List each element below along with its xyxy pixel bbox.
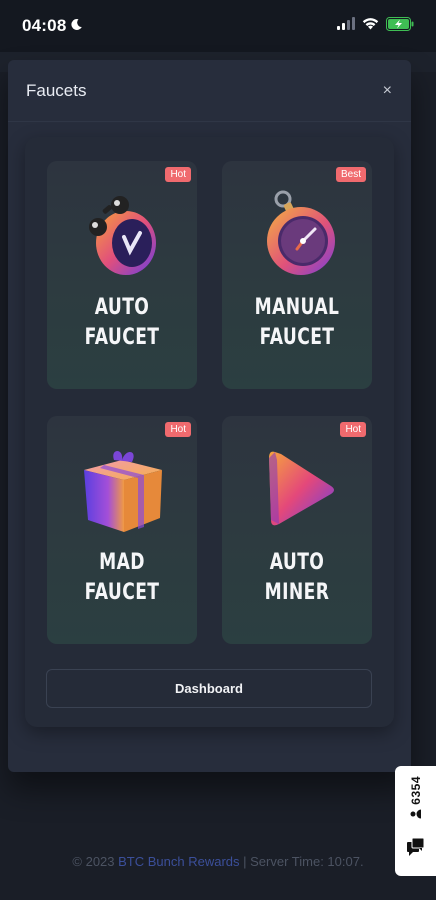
modal-header: Faucets ×: [8, 60, 411, 122]
card-title-line1: MAD: [99, 550, 145, 575]
auto-faucet-card[interactable]: Hot AUTO FAUCET: [47, 161, 197, 389]
footer-brand-link[interactable]: BTC Bunch Rewards: [118, 854, 239, 869]
auto-miner-card[interactable]: Hot AUTO MINER: [222, 416, 372, 644]
dashboard-button[interactable]: Dashboard: [46, 669, 372, 708]
card-title: AUTO FAUCET: [64, 293, 181, 353]
card-title-line2: FAUCET: [84, 580, 160, 605]
mad-faucet-card[interactable]: Hot MAD FAUCET: [47, 416, 197, 644]
online-count: 6354: [409, 776, 423, 820]
best-badge: Best: [335, 167, 366, 182]
footer: © 2023 BTC Bunch Rewards | Server Time: …: [0, 854, 436, 869]
online-users-widget[interactable]: 6354: [395, 766, 436, 876]
wifi-icon: [362, 17, 379, 35]
card-title-line1: MANUAL: [254, 295, 340, 320]
card-title-line2: MINER: [264, 580, 330, 605]
status-time-group: 04:08: [22, 16, 83, 36]
hot-badge: Hot: [165, 422, 191, 437]
card-title: MAD FAUCET: [64, 548, 181, 608]
close-button[interactable]: ×: [383, 82, 392, 99]
footer-server-time: | Server Time: 10:07.: [239, 854, 364, 869]
gift-box-icon: [47, 440, 197, 536]
card-title-line2: FAUCET: [259, 325, 335, 350]
card-title-line1: AUTO: [94, 295, 150, 320]
card-title-line2: FAUCET: [84, 325, 160, 350]
card-title: AUTO MINER: [239, 548, 356, 608]
moon-icon: [70, 16, 83, 36]
footer-copyright: © 2023: [72, 854, 119, 869]
status-icons: [337, 16, 414, 36]
hot-badge: Hot: [340, 422, 366, 437]
online-count-value: 6354: [408, 776, 423, 805]
cellular-signal-icon: [337, 17, 355, 35]
alarm-clock-icon: [47, 185, 197, 281]
modal-title: Faucets: [26, 80, 87, 100]
battery-charging-icon: [386, 16, 414, 36]
play-triangle-icon: [222, 440, 372, 536]
user-icon: [409, 805, 423, 820]
manual-faucet-card[interactable]: Best MANUAL FAUCET: [222, 161, 372, 389]
stopwatch-icon: [222, 185, 372, 281]
card-title-line1: AUTO: [269, 550, 325, 575]
hot-badge: Hot: [165, 167, 191, 182]
card-title: MANUAL FAUCET: [239, 293, 356, 353]
status-time: 04:08: [22, 16, 67, 35]
chat-bubbles-icon: [406, 837, 426, 862]
status-bar: 04:08: [0, 0, 436, 52]
